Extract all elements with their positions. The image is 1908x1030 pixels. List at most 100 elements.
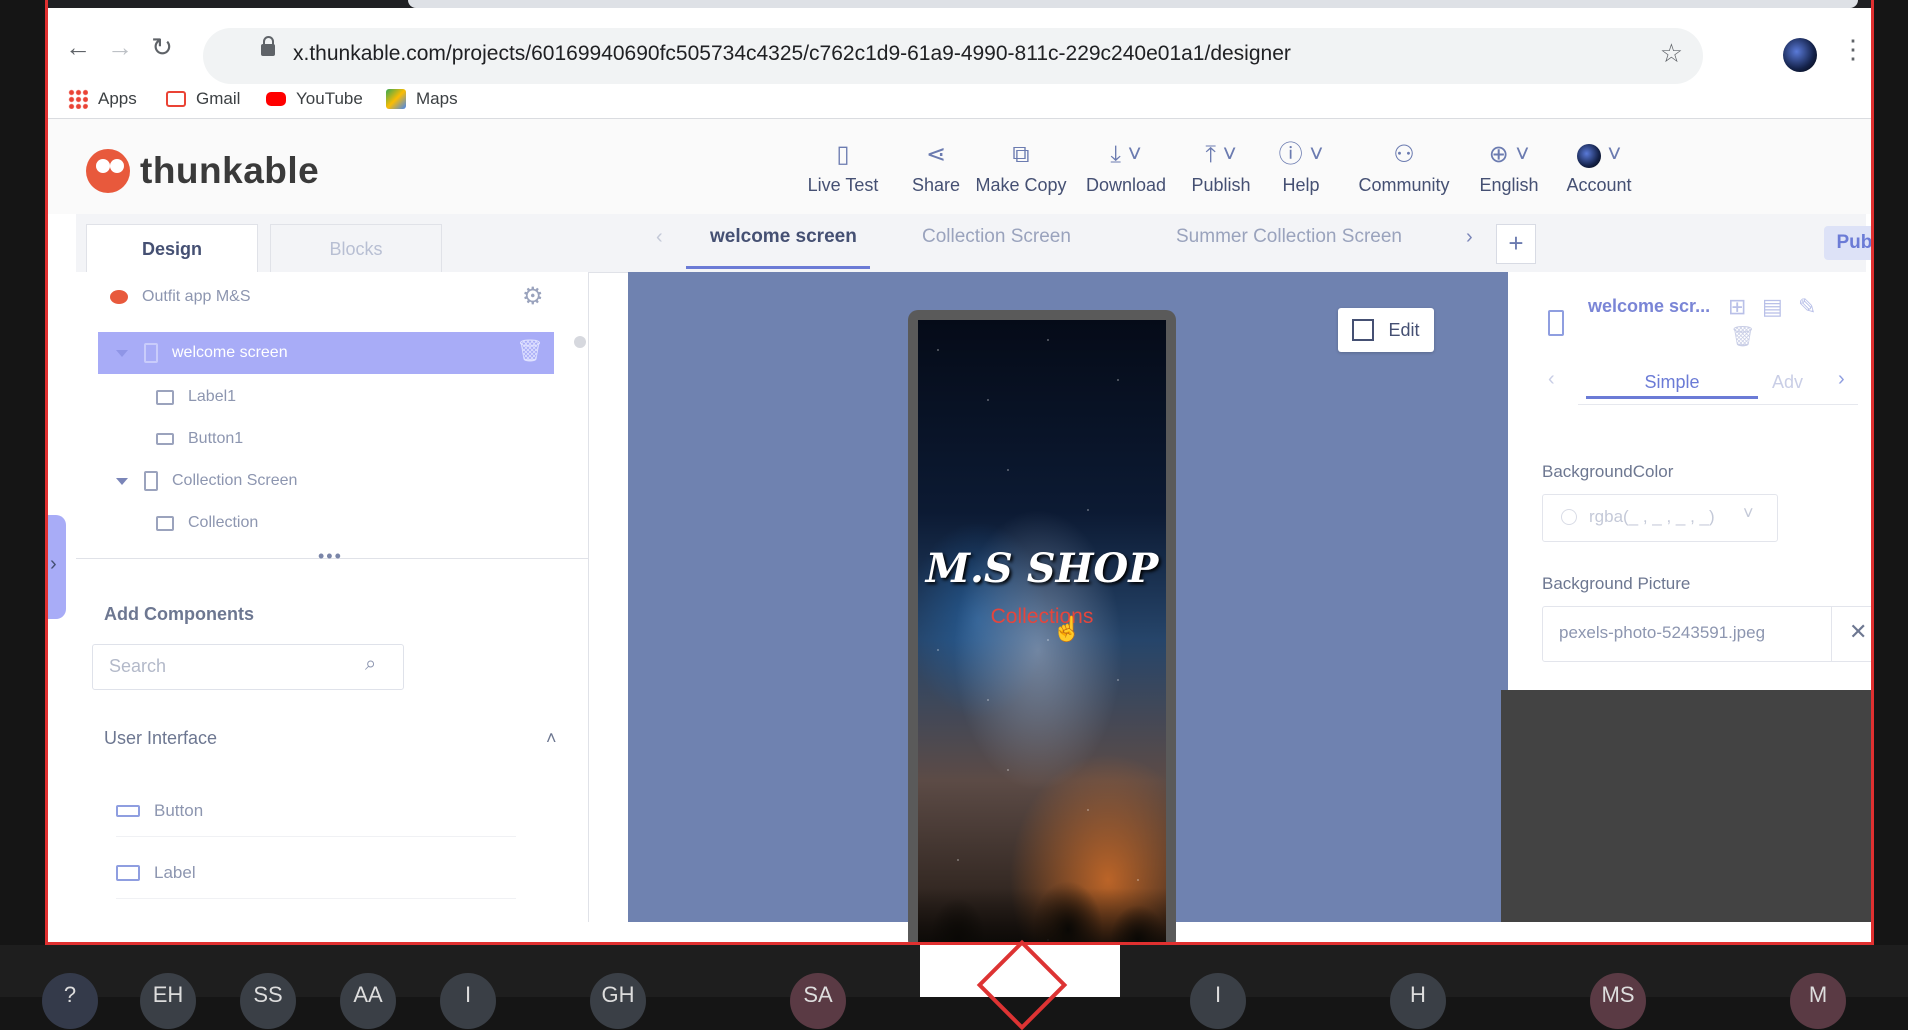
scrollbar[interactable] [574,336,586,348]
browser-tab[interactable] [408,0,1858,8]
clear-icon[interactable]: ✕ [1849,619,1867,645]
tab-collection-screen[interactable]: Collection Screen [922,226,1071,248]
bookmark-gmail[interactable]: Gmail [166,84,240,114]
presenter-thumbnail[interactable] [920,939,1120,1030]
live-test-button[interactable]: ▯ Live Test [788,141,898,196]
tree-item-collection-screen[interactable]: Collection Screen [116,460,596,502]
tree-item-button1[interactable]: Button1 [156,418,636,460]
add-folder-icon[interactable]: ⊞ [1728,294,1746,320]
maps-icon [386,89,406,109]
project-row[interactable]: Outfit app M&S ⚙ [76,276,556,318]
bg-color-select[interactable]: rgba(_ , _ , _ , _) ˅ [1542,494,1778,542]
avatar [1576,143,1601,168]
tab-welcome-screen[interactable]: welcome screen [710,226,857,248]
participant-avatar[interactable]: EH [140,973,196,1029]
share-button[interactable]: ⋖ Share [896,141,976,196]
add-screen-button[interactable]: + [1496,224,1536,264]
reload-icon[interactable]: ↻ [142,32,182,63]
chevron-up-icon[interactable]: ˄ [546,728,557,749]
participant-avatar[interactable]: I [1190,973,1246,1029]
label1-preview[interactable]: M.S SHOP [918,545,1166,592]
participant-avatar[interactable]: I [440,973,496,1029]
download-button[interactable]: ⤓ ˅ Download [1076,141,1176,196]
component-label-text: Label [154,863,196,882]
help-button[interactable]: ⓘ ˅ Help [1266,141,1336,196]
tree-item-label: Collection [188,514,259,531]
scroll-right-icon[interactable]: › [1466,226,1473,249]
drag-handle-icon[interactable]: ••• [318,546,343,567]
add-components-title: Add Components [104,604,254,624]
pencil-icon[interactable]: ✎ [1798,294,1816,320]
community-button[interactable]: ⚇ Community [1344,141,1464,196]
header-button-label: Live Test [807,175,879,195]
tab-summer-collection-screen[interactable]: Summer Collection Screen [1176,226,1402,248]
bg-picture-field[interactable]: pexels-photo-5243591.jpeg ✕ [1542,606,1871,662]
phone-preview[interactable]: M.S SHOP Collections ☝ [908,310,1176,942]
language-button[interactable]: ⊕ ˅ English [1464,141,1554,196]
thunkable-logo[interactable]: thunkable [86,149,319,193]
expand-panel-tab[interactable]: › [48,515,66,619]
app-header: thunkable ▯ Live Test ⋖ Share ⧉ Make Cop… [48,119,1871,214]
edit-button[interactable]: Edit [1338,308,1434,352]
participant-avatar[interactable]: SA [790,973,846,1029]
apps-grid-icon [68,89,88,109]
tree-item-label1[interactable]: Label1 [156,376,636,418]
section-user-interface[interactable]: User Interface [104,728,217,749]
bookmark-label: YouTube [296,89,363,108]
participant-avatar[interactable]: ? [42,973,98,1029]
component-button[interactable]: Button [116,786,516,837]
trash-icon[interactable]: 🗑 [516,338,544,364]
participant-avatar[interactable]: MS [1590,973,1646,1029]
tab-advanced[interactable]: Adv [1772,372,1803,393]
tree-item-welcome-screen[interactable]: welcome screen 🗑 [98,332,554,374]
design-canvas[interactable]: M.S SHOP Collections ☝ Edit [628,272,1516,942]
url-text[interactable]: x.thunkable.com/projects/60169940690fc50… [293,42,1291,66]
lock-icon [261,36,275,56]
bookmark-youtube[interactable]: YouTube [266,84,363,114]
participant-avatar[interactable]: SS [240,973,296,1029]
tab-design[interactable]: Design [86,224,258,273]
make-copy-button[interactable]: ⧉ Make Copy [966,141,1076,196]
button1-preview[interactable]: Collections [918,605,1166,629]
participant-avatar[interactable]: AA [340,973,396,1029]
bg-picture-value: pexels-photo-5243591.jpeg [1559,623,1766,642]
phone-screen[interactable]: M.S SHOP Collections ☝ [918,320,1166,942]
publish-button[interactable]: ⤒ ˅ Publish [1176,141,1266,196]
profile-avatar[interactable] [1783,38,1817,72]
chevron-left-icon[interactable]: ‹ [1548,368,1555,391]
bookmark-star-icon[interactable]: ☆ [1660,38,1683,69]
chevron-down-icon: ˅ [1743,503,1754,523]
logo-text: thunkable [140,150,320,191]
tree-item-collection[interactable]: Collection [156,502,636,544]
edit-frame-icon [1352,319,1375,341]
participant-avatar[interactable]: GH [590,973,646,1029]
bookmark-label: Apps [98,89,137,108]
component-label: Button [154,801,204,820]
participant-avatar[interactable]: H [1390,973,1446,1029]
forward-icon[interactable]: → [100,32,140,63]
bookmark-apps[interactable]: Apps [68,84,137,114]
component-label[interactable]: Label [116,848,516,899]
account-button[interactable]: ˅ Account [1554,141,1644,196]
layout-icon[interactable]: ▤ [1762,294,1783,320]
chrome-menu-icon[interactable]: ⋮ [1840,34,1866,65]
divider [1578,404,1858,405]
chevron-down-icon[interactable] [116,349,128,357]
public-badge[interactable]: Public [1824,226,1871,260]
scroll-left-icon[interactable]: ‹ [656,226,663,249]
search-input[interactable]: Search ⌕ [92,644,404,690]
tab-blocks[interactable]: Blocks [270,224,442,273]
omnibox[interactable]: x.thunkable.com/projects/60169940690fc50… [203,28,1703,84]
label-icon [156,389,174,405]
bookmark-maps[interactable]: Maps [386,84,458,114]
logo-icon [86,149,130,193]
chevron-right-icon: › [50,553,57,575]
participant-avatar[interactable]: M [1790,973,1846,1029]
label-icon [156,515,174,531]
chevron-right-icon[interactable]: › [1838,368,1845,391]
trash-icon[interactable]: 🗑 [1730,324,1755,349]
back-icon[interactable]: ← [58,32,98,63]
chevron-down-icon[interactable] [116,477,128,485]
gear-icon[interactable]: ⚙ [522,282,544,311]
tab-simple[interactable]: Simple [1586,372,1758,393]
